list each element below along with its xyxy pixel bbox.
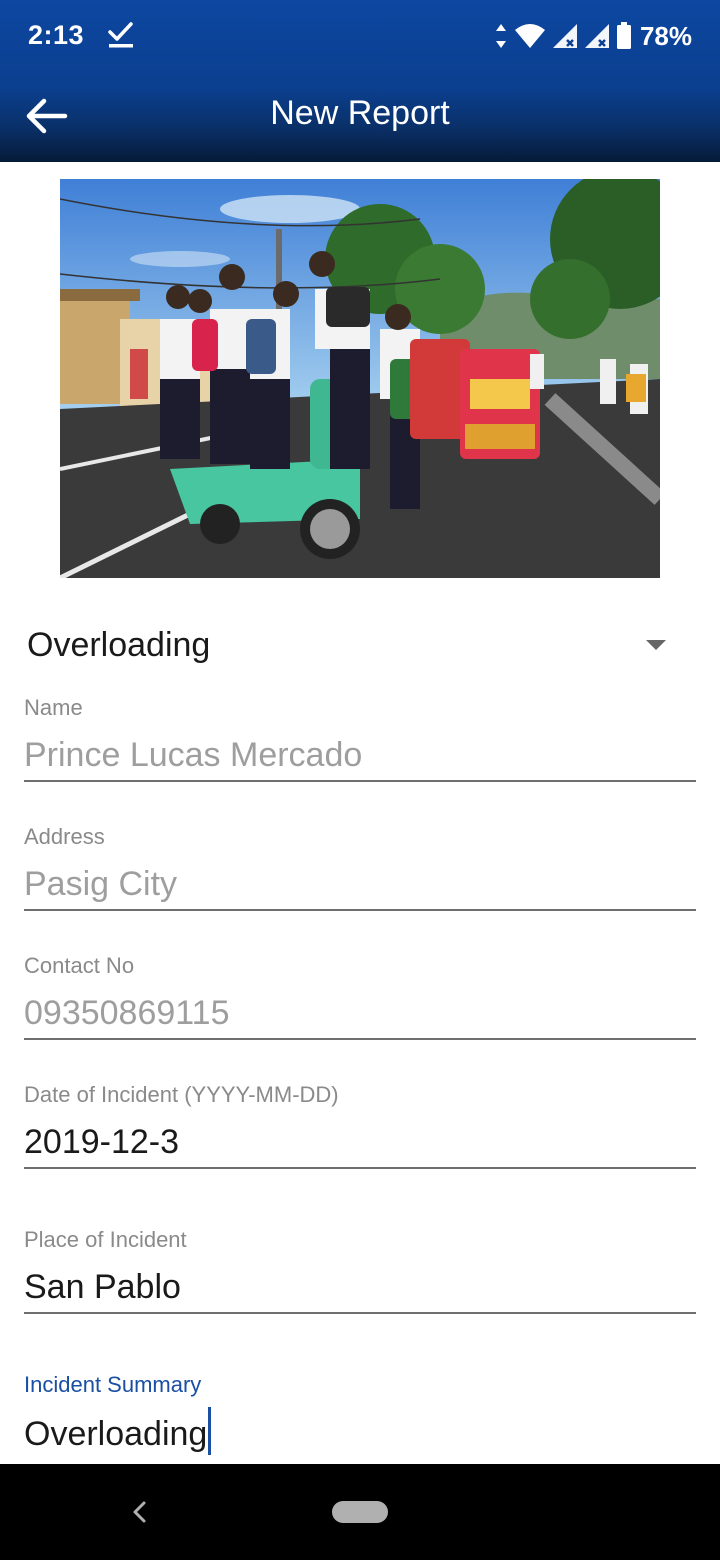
system-nav-bar	[0, 1464, 720, 1560]
place-field-group: Place of Incident San Pablo	[24, 1226, 696, 1314]
app-header: 2:13 78% New Report	[0, 0, 720, 162]
address-label: Address	[24, 824, 105, 849]
place-input[interactable]: San Pablo	[24, 1262, 696, 1314]
incident-photo-image	[60, 179, 660, 578]
contact-field-group: Contact No 09350869115	[24, 952, 696, 1040]
date-field-group: Date of Incident (YYYY-MM-DD) 2019-12-3	[24, 1081, 696, 1169]
summary-label: Incident Summary	[24, 1372, 202, 1397]
status-icons: 78%	[494, 20, 692, 52]
data-arrows-icon	[495, 24, 506, 48]
place-label: Place of Incident	[24, 1227, 187, 1252]
summary-input[interactable]: Overloading	[24, 1407, 696, 1459]
battery-icon	[616, 22, 631, 49]
incident-type-dropdown[interactable]: Overloading	[24, 620, 696, 676]
signal-icon	[552, 24, 577, 48]
incident-type-selected: Overloading	[27, 626, 211, 664]
date-label: Date of Incident (YYYY-MM-DD)	[24, 1082, 339, 1107]
contact-input[interactable]: 09350869115	[24, 988, 696, 1040]
status-time: 2:13	[28, 20, 85, 50]
name-label: Name	[24, 695, 83, 720]
name-field-group: Name Prince Lucas Mercado	[24, 694, 696, 782]
new-report-screen: 2:13 78% New Report Overloading Name Pri…	[0, 0, 720, 1560]
page-title: New Report	[270, 94, 450, 132]
address-field-group: Address Pasig City	[24, 823, 696, 911]
address-input[interactable]: Pasig City	[24, 859, 696, 911]
contact-label: Contact No	[24, 953, 135, 978]
signal-icon	[584, 24, 609, 48]
wifi-icon	[514, 24, 545, 48]
app-bar: New Report	[0, 72, 720, 162]
home-pill[interactable]	[332, 1501, 388, 1523]
text-cursor	[208, 1407, 212, 1455]
name-input[interactable]: Prince Lucas Mercado	[24, 730, 696, 782]
summary-field-group: Incident Summary Overloading	[24, 1371, 696, 1459]
nav-back-icon[interactable]	[124, 1494, 154, 1530]
date-input[interactable]: 2019-12-3	[24, 1117, 696, 1169]
incident-photo[interactable]	[60, 179, 660, 578]
summary-input-text: Overloading	[24, 1415, 208, 1453]
status-bar: 2:13 78%	[0, 0, 720, 72]
dropdown-arrow-icon	[646, 640, 666, 650]
battery-percent: 78%	[639, 20, 692, 51]
check-icon	[108, 22, 133, 48]
